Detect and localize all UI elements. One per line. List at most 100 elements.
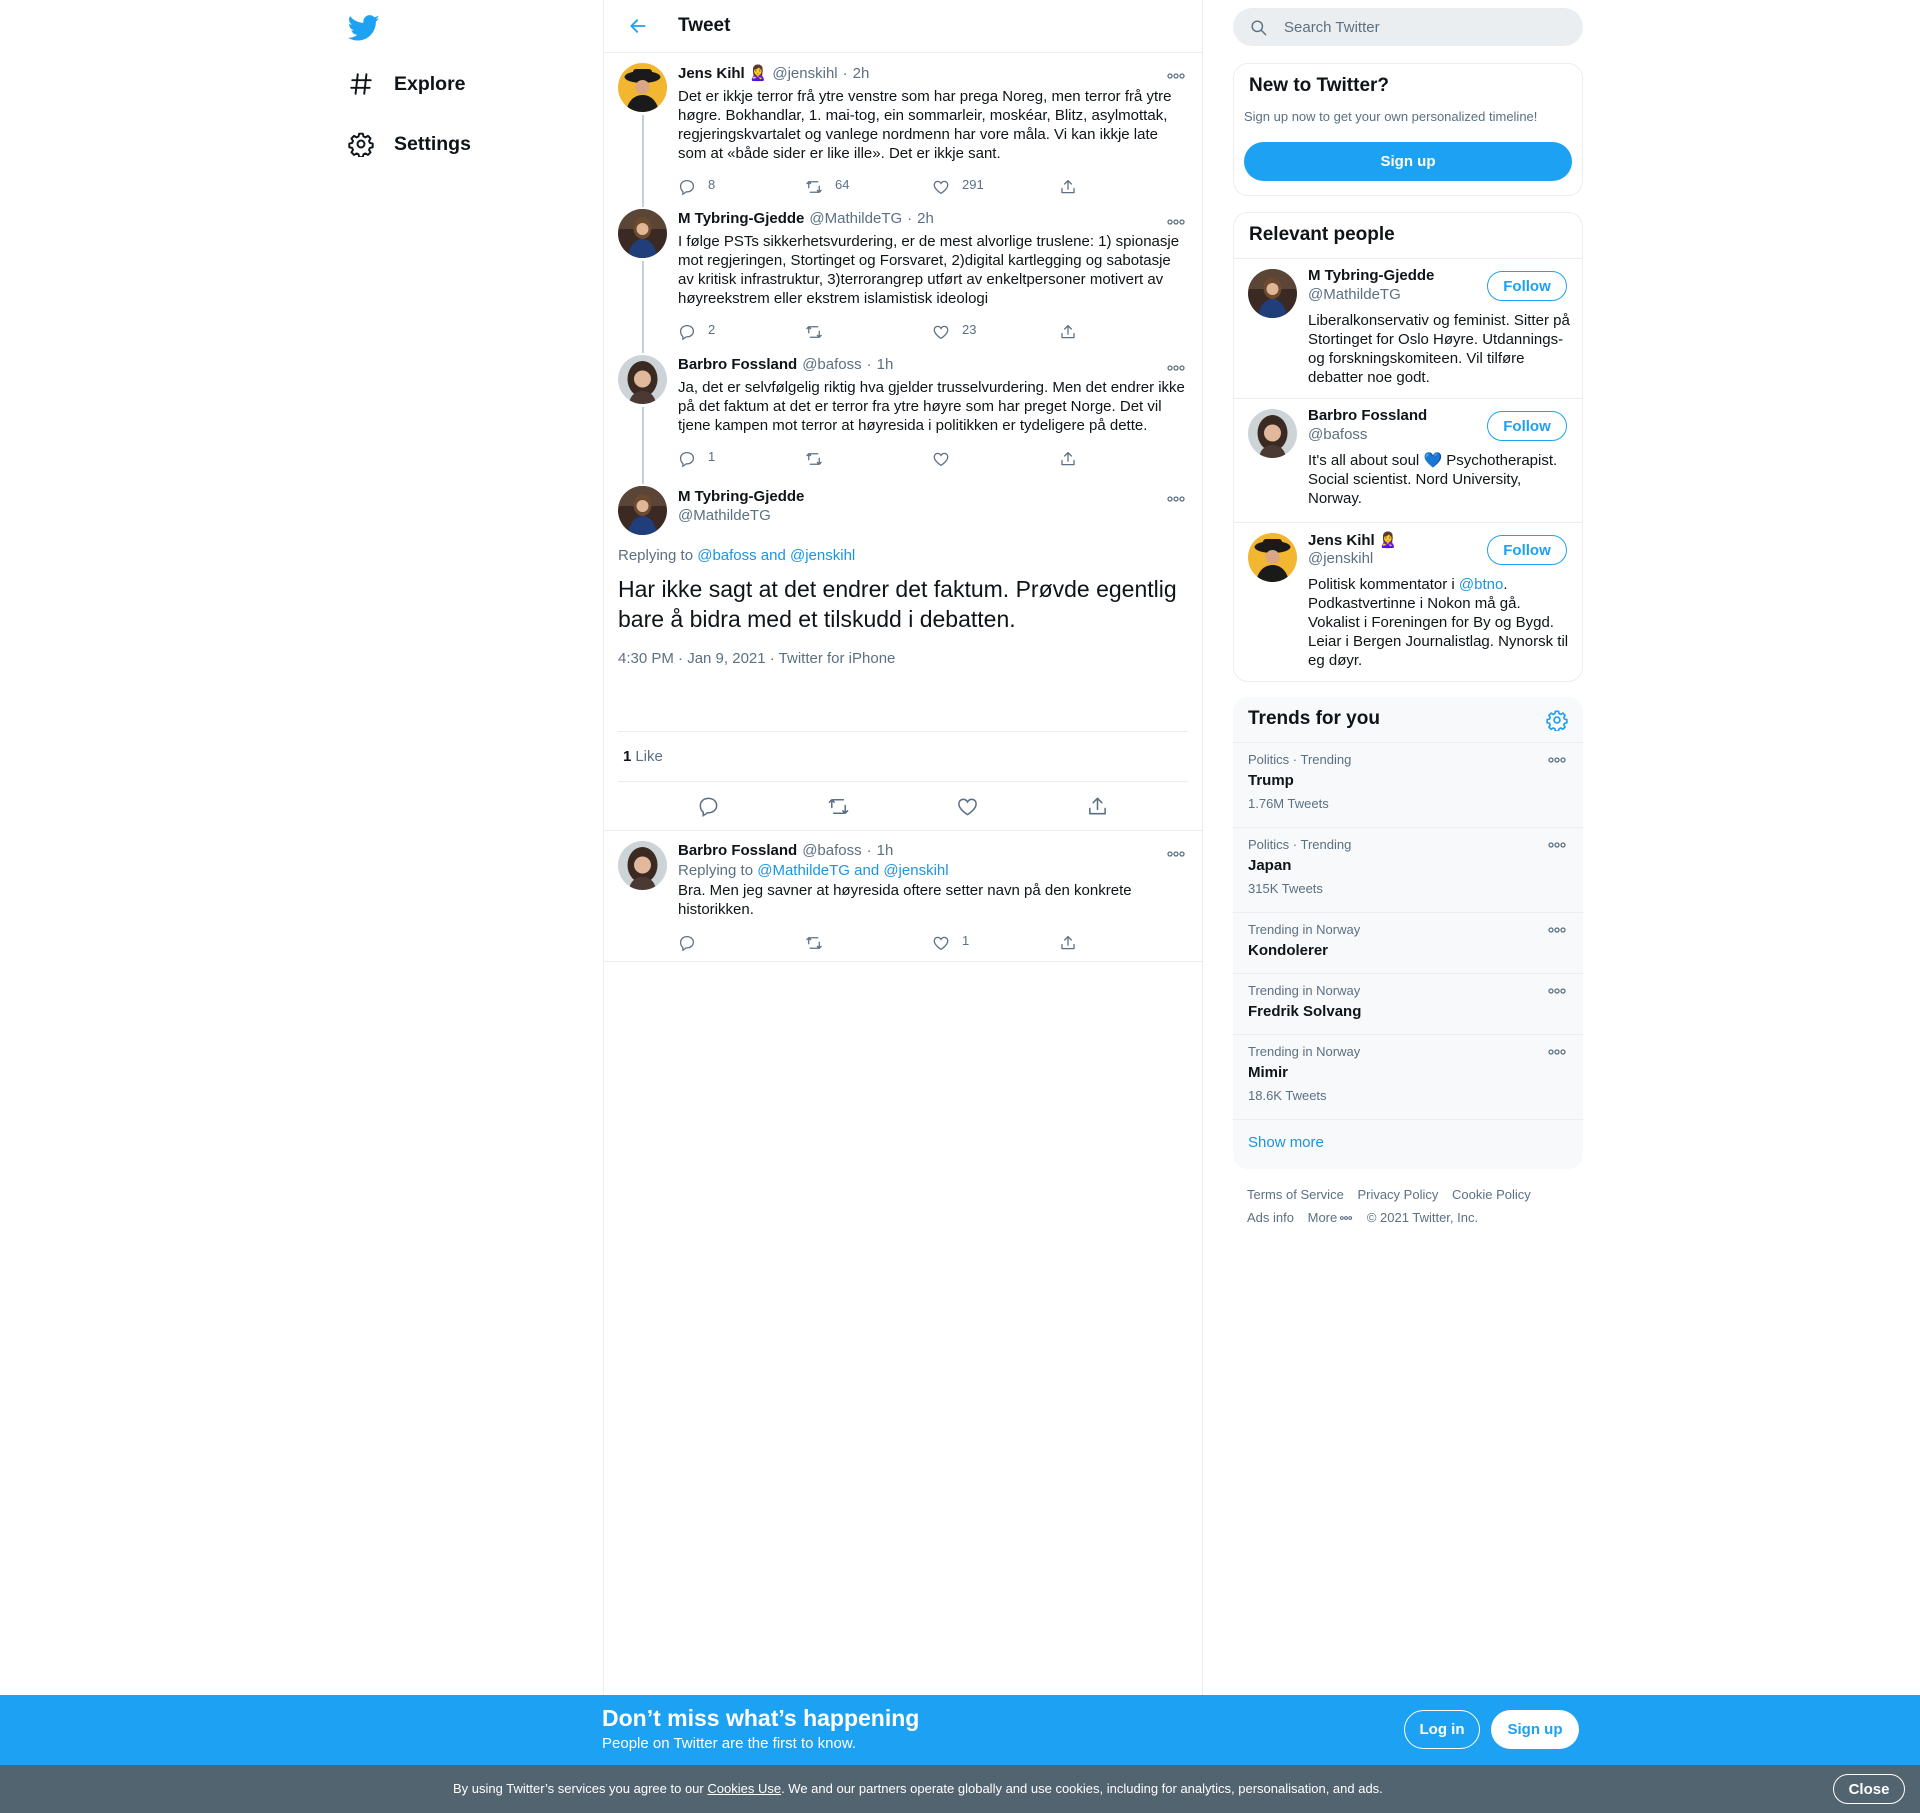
nav-explore[interactable]: Explore [348,64,466,104]
follow-button[interactable]: Follow [1487,535,1567,565]
more-options-icon[interactable] [1166,849,1186,859]
person-row[interactable]: M Tybring-Gjedde @MathildeTG Follow Libe… [1234,258,1582,398]
more-options-icon[interactable] [1547,755,1567,765]
person-row[interactable]: Barbro Fossland @bafoss Follow It's all … [1234,398,1582,522]
footer-more[interactable]: More [1308,1210,1338,1225]
avatar[interactable] [618,355,667,404]
bio-mention-link[interactable]: @btno [1459,576,1503,593]
retweet-icon[interactable] [827,795,850,818]
trend-item[interactable]: Politics · Trending Japan 315K Tweets [1233,827,1583,912]
settings-gear-icon[interactable] [1546,709,1568,731]
avatar[interactable] [618,209,667,258]
reply-button[interactable]: 2 [678,322,805,341]
share-button[interactable] [1059,450,1186,468]
follow-button[interactable]: Follow [1487,271,1567,301]
show-more-link[interactable]: Show more [1248,1134,1324,1151]
share-button[interactable] [1059,934,1186,952]
author-handle[interactable]: @MathildeTG [678,506,1186,525]
like-button[interactable]: 291 [932,177,1059,196]
author-name[interactable]: Barbro Fossland [678,356,797,373]
like-button[interactable] [932,450,1059,468]
tweet-time[interactable]: 1h [877,356,894,373]
like-button[interactable]: 23 [932,322,1059,341]
retweet-button[interactable] [805,450,932,468]
person-name-row[interactable]: Jens Kihl 🙎‍♀️ [1308,531,1397,549]
thread-tweet[interactable]: Barbro Fossland @bafoss · 1h Ja, det er … [604,345,1202,477]
author-handle[interactable]: @bafoss [802,842,861,859]
more-options-icon[interactable] [1166,363,1186,373]
show-more-row[interactable]: Show more [1233,1119,1583,1169]
share-button[interactable] [1059,323,1186,341]
follow-button[interactable]: Follow [1487,411,1567,441]
trend-item[interactable]: Politics · Trending Trump 1.76M Tweets [1233,742,1583,827]
person-name[interactable]: M Tybring-Gjedde [1308,267,1434,284]
person-name[interactable]: Jens Kihl [1308,532,1375,549]
like-button[interactable]: 1 [932,933,1059,952]
more-options-icon[interactable] [1547,925,1567,935]
retweet-button[interactable]: 64 [805,177,932,196]
more-options-icon[interactable] [1166,494,1186,504]
heart-icon[interactable] [956,795,979,818]
more-options-icon[interactable] [1166,217,1186,227]
avatar[interactable] [1248,533,1297,582]
avatar[interactable] [618,486,667,535]
signup-button[interactable]: Sign up [1244,142,1572,181]
search-input[interactable] [1284,18,1554,36]
person-handle[interactable]: @jenskihl [1308,550,1373,567]
cookies-use-link[interactable]: Cookies Use [707,1781,781,1796]
footer-ads[interactable]: Ads info [1247,1210,1294,1225]
trend-item[interactable]: Trending in Norway Fredrik Solvang [1233,973,1583,1034]
search-box[interactable] [1233,8,1583,46]
more-options-icon[interactable] [1166,71,1186,81]
twitter-bird-icon[interactable] [348,12,380,44]
author-handle[interactable]: @MathildeTG [809,210,902,227]
retweet-button[interactable] [805,323,932,341]
back-button[interactable] [625,13,651,39]
more-options-icon[interactable] [1547,840,1567,850]
person-handle[interactable]: @bafoss [1308,426,1367,443]
avatar[interactable] [618,63,667,112]
tweet-time[interactable]: 2h [917,210,934,227]
thread-tweet[interactable]: M Tybring-Gjedde @MathildeTG · 2h I følg… [604,199,1202,351]
cookie-close-button[interactable]: Close [1833,1774,1905,1804]
replying-to-link[interactable]: @bafoss and @jenskihl [697,547,855,564]
author-name[interactable]: M Tybring-Gjedde [678,210,804,227]
reply-button[interactable]: 1 [678,449,805,468]
person-row[interactable]: Jens Kihl 🙎‍♀️ @jenskihl Follow Politisk … [1234,522,1582,681]
login-button[interactable]: Log in [1404,1710,1480,1749]
avatar[interactable] [1248,269,1297,318]
reply-tweet[interactable]: Barbro Fossland @bafoss · 1h Replying to… [604,831,1202,961]
source[interactable]: Twitter for iPhone [779,650,896,667]
reply-icon[interactable] [697,795,720,818]
focus-author[interactable]: M Tybring-Gjedde @MathildeTG [678,487,1186,525]
more-options-icon[interactable] [1547,986,1567,996]
share-icon[interactable] [1086,795,1109,818]
footer-privacy[interactable]: Privacy Policy [1357,1187,1438,1202]
replying-to-link[interactable]: @MathildeTG and @jenskihl [757,862,948,879]
author-name[interactable]: M Tybring-Gjedde [678,487,1186,506]
tweet-time[interactable]: 1h [877,842,894,859]
author-name[interactable]: Barbro Fossland [678,842,797,859]
reply-button[interactable] [678,934,805,952]
thread-tweet[interactable]: Jens Kihl 🙎‍♀️ @jenskihl · 2h Det er ikk… [604,53,1202,205]
footer-cookie[interactable]: Cookie Policy [1452,1187,1531,1202]
person-handle[interactable]: @MathildeTG [1308,286,1401,303]
avatar[interactable] [1248,409,1297,458]
reply-button[interactable]: 8 [678,177,805,196]
footer-terms[interactable]: Terms of Service [1247,1187,1344,1202]
signup-button[interactable]: Sign up [1491,1710,1579,1749]
author-handle[interactable]: @bafoss [802,356,861,373]
author-handle[interactable]: @jenskihl [772,65,837,82]
retweet-button[interactable] [805,934,932,952]
nav-settings[interactable]: Settings [348,124,471,164]
more-options-icon[interactable] [1547,1047,1567,1057]
person-name[interactable]: Barbro Fossland [1308,407,1427,424]
author-name[interactable]: Jens Kihl [678,65,745,82]
avatar[interactable] [618,841,667,890]
trend-item[interactable]: Trending in Norway Mimir 18.6K Tweets [1233,1034,1583,1119]
tweet-time[interactable]: 2h [853,65,870,82]
engagement-stats[interactable]: 1 Like [604,732,1202,781]
timestamp[interactable]: 4:30 PM · Jan 9, 2021 [618,650,766,667]
trend-item[interactable]: Trending in Norway Kondolerer [1233,912,1583,973]
share-button[interactable] [1059,178,1186,196]
